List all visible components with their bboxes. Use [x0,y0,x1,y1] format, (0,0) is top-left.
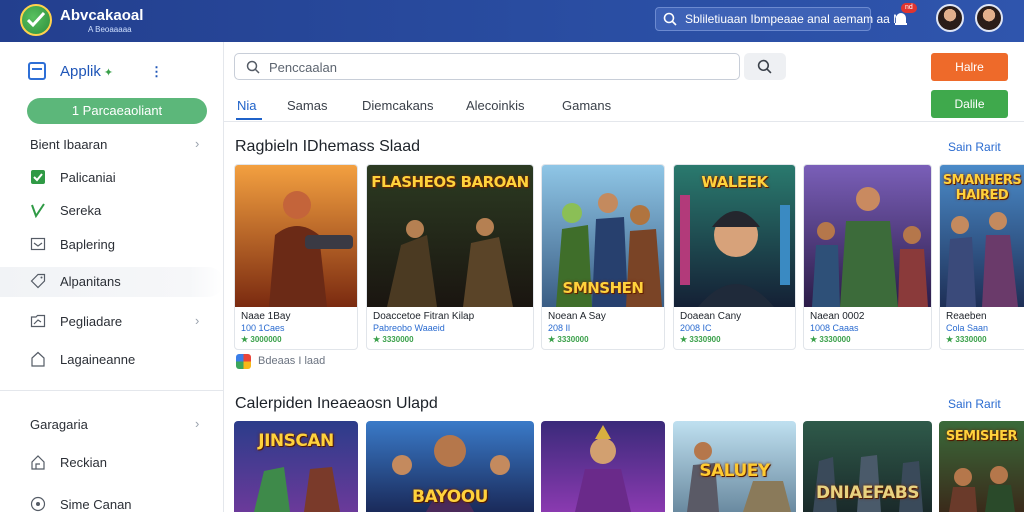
inbox-icon [30,237,46,251]
sidebar-cta-button[interactable]: 1 Parcaeaoliant [27,98,207,124]
app-title[interactable]: Applik ✦ [60,63,113,80]
chevron-right-icon: › [195,416,200,431]
notification-badge: nd [901,3,917,13]
game-card[interactable]: SMANHERS HAIRED Reaeben Cola Saan ★ 3330… [939,164,1024,350]
search-icon [757,59,772,74]
check-icon [31,203,45,218]
sidebar-item-reckian[interactable]: Reckian [0,448,223,478]
more-icon[interactable]: ⋮ [150,64,163,80]
sidebar-item-sime-canan[interactable]: Sime Canan [0,490,223,520]
game-card[interactable]: Naean 0002 1008 Caaas ★ 3330000 [803,164,932,350]
section-title-featured: Ragbieln IDhemass Slaad [235,138,420,155]
category-tabs: Nia Samas Diemcakans Alecoinkis Gamans [224,94,1024,122]
folder-icon [30,314,46,328]
checkbox-icon [31,170,45,184]
avatar-secondary[interactable] [975,4,1003,32]
search-icon [663,12,677,26]
search-button[interactable] [744,53,786,80]
game-card[interactable]: BAYOOU [366,421,534,512]
main-search-input[interactable]: Penccaalan [234,53,740,80]
see-all-link[interactable]: Sain Rarit [948,140,1001,154]
game-card[interactable]: SALUEY [673,421,796,512]
game-cover-image: SMNSHEN [542,165,664,307]
sidebar-divider [0,390,223,391]
game-card[interactable]: WALEEK Doaean Cany 2008 IC ★ 3330900 [673,164,796,350]
sidebar-item-bient[interactable]: Bient Ibaaran › [0,130,223,160]
logo-icon[interactable] [20,4,52,36]
main-search-placeholder: Penccaalan [269,60,337,75]
tab-alecoinkis[interactable]: Alecoinkis [466,98,525,113]
orange-action-button[interactable]: Halre [931,53,1008,81]
section-title-categories: Calerpiden Ineaeaosn Ulapd [235,395,438,412]
see-all-link[interactable]: Sain Rarit [948,397,1001,411]
game-card[interactable]: Naae 1Bay 100 1Caes ★ 3000000 [234,164,358,350]
pin-icon [30,496,46,512]
sidebar-item-pegliadare[interactable]: Pegliadare › [0,307,223,337]
sidebar-item-sereka[interactable]: Sereka [0,196,223,226]
sidebar: Applik ✦ ⋮ 1 Parcaeaoliant Bient Ibaaran… [0,42,224,512]
game-cover-image: WALEEK [674,165,795,307]
global-search-input[interactable]: Sbliletiuaan Ibmpeaae anal aemam aa M. [655,7,906,31]
chevron-right-icon: › [195,136,200,151]
house-icon [31,455,45,470]
active-tab-indicator [236,118,262,120]
global-search-text: Sbliletiuaan Ibmpeaae anal aemam aa M. [685,12,907,26]
game-card[interactable]: SEMISHER [939,421,1024,512]
game-cover-image [804,165,931,307]
tab-nia[interactable]: Nia [237,98,257,113]
game-card[interactable]: DNIAEFABS [803,421,932,512]
home-icon [31,351,45,367]
sidebar-item-alpanitans[interactable]: Alpanitans [0,267,223,297]
game-card[interactable]: SMNSHEN Noean A Say 208 Il ★ 3330000 [541,164,665,350]
avatar[interactable] [936,4,964,32]
tab-samas[interactable]: Samas [287,98,327,113]
chevron-right-icon: › [195,313,200,328]
brand-name[interactable]: Abvcakaoal [60,7,143,24]
tab-diemcakans[interactable]: Diemcakans [362,98,434,113]
brand-subtitle: A Beoaaaaa [88,25,132,34]
game-card[interactable]: JINSCAN [234,421,358,512]
sidebar-item-lagaineanne[interactable]: Lagaineanne [0,345,223,375]
game-card[interactable]: FLASHEOS BAROAN Doaccetoe Fitran Kilap P… [366,164,534,350]
game-cover-image: SMANHERS HAIRED [940,165,1024,307]
store-icon [236,354,251,369]
tabs-divider [224,121,1024,122]
sidebar-item-garagaria[interactable]: Garagaria › [0,410,223,440]
tag-icon [30,273,46,289]
sidebar-item-baplering[interactable]: Baplering [0,230,223,260]
top-bar: Abvcakaoal A Beoaaaaa Sbliletiuaan Ibmpe… [0,0,1024,42]
search-icon [246,60,260,74]
tab-gamans[interactable]: Gamans [562,98,611,113]
game-card[interactable] [541,421,665,512]
game-cover-image [235,165,357,307]
app-icon [28,62,46,80]
sidebar-item-palicaniai[interactable]: Palicaniai [0,163,223,193]
game-cover-image [541,421,665,512]
game-cover-image: FLASHEOS BAROAN [367,165,533,307]
